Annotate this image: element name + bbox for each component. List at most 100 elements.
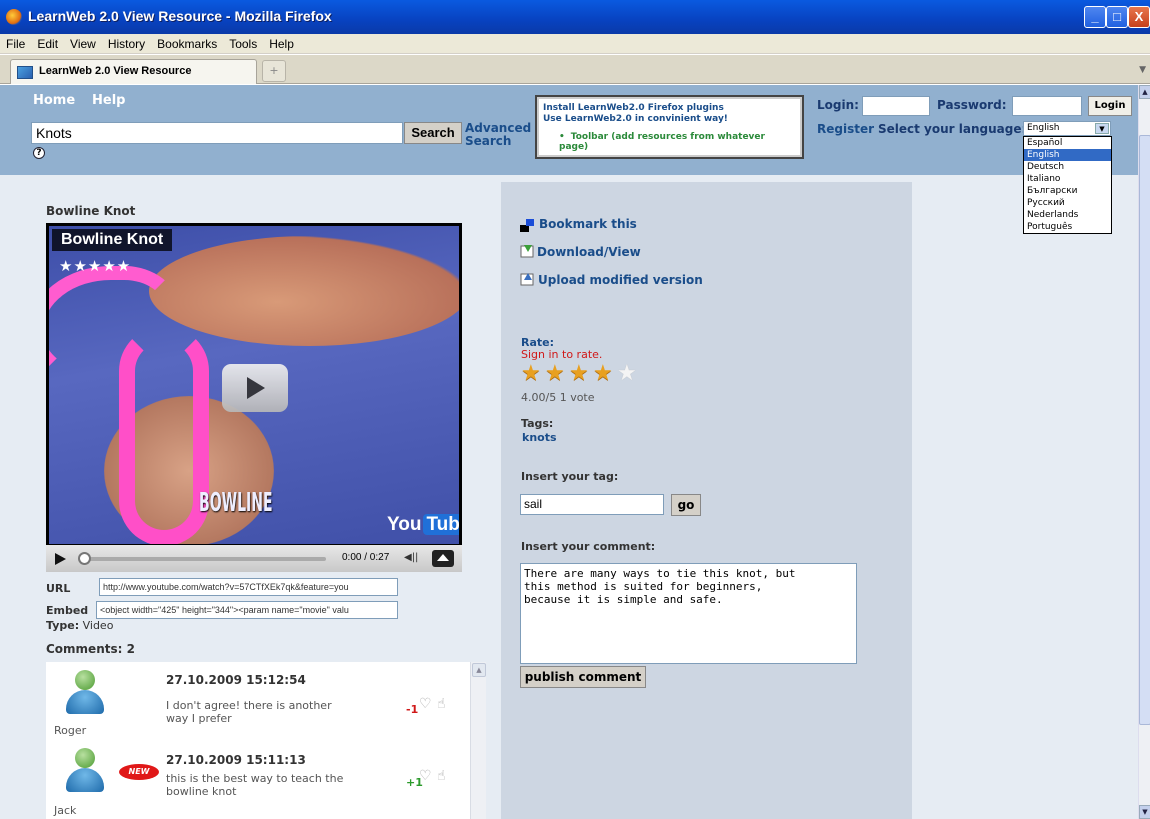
youtube-logo-tube: Tube <box>423 514 459 535</box>
video-progress-knob[interactable] <box>78 552 91 565</box>
url-label: URL <box>46 582 71 595</box>
plugin-toolbar-link[interactable]: Toolbar (add resources from whatever pag… <box>559 132 796 152</box>
menu-tools[interactable]: Tools <box>223 34 263 51</box>
rating-score: 4.00/5 1 vote <box>521 391 595 404</box>
help-link[interactable]: Help <box>92 93 125 108</box>
play-icon[interactable] <box>55 553 66 565</box>
thumbs-up-icon[interactable]: ☝ <box>437 696 446 712</box>
language-option-espanol[interactable]: Español <box>1024 137 1111 149</box>
video-play-overlay-icon[interactable] <box>222 364 288 412</box>
search-button[interactable]: Search <box>404 122 462 144</box>
login-input[interactable] <box>862 96 930 116</box>
language-option-deutsch[interactable]: Deutsch <box>1024 161 1111 173</box>
comment-text: this is the best way to teach the bowlin… <box>166 772 344 798</box>
bookmark-link[interactable]: Bookmark this <box>539 217 637 231</box>
home-link[interactable]: Home <box>33 93 75 108</box>
menu-bookmarks[interactable]: Bookmarks <box>151 34 223 51</box>
scroll-up-icon[interactable]: ▲ <box>472 663 486 677</box>
youtube-logo-you: You <box>387 514 422 535</box>
plugin-promo-box: Install LearnWeb2.0 Firefox plugins Use … <box>535 95 804 159</box>
minimize-button[interactable]: _ <box>1084 6 1106 28</box>
comment-user: Jack <box>54 804 77 817</box>
login-button[interactable]: Login <box>1088 96 1132 116</box>
sign-in-to-rate-link[interactable]: Sign in to rate. <box>521 348 602 361</box>
tag-link[interactable]: knots <box>522 431 557 444</box>
avatar-body <box>66 768 104 792</box>
publish-comment-button[interactable]: publish comment <box>520 666 646 688</box>
thumbs-up-icon[interactable]: ☝ <box>437 768 446 784</box>
menu-edit[interactable]: Edit <box>31 34 64 51</box>
plugin-promo-title[interactable]: Install LearnWeb2.0 Firefox plugins <box>543 103 796 113</box>
star-empty-icon: ★ <box>617 361 637 386</box>
fullscreen-icon[interactable] <box>432 550 454 567</box>
close-button[interactable]: X <box>1128 6 1150 28</box>
upload-modified-link[interactable]: Upload modified version <box>538 273 703 287</box>
menu-view[interactable]: View <box>64 34 102 51</box>
menu-file[interactable]: File <box>0 34 31 51</box>
thumbs-down-icon[interactable]: ♡ <box>419 768 432 784</box>
resource-title: Bowline Knot <box>46 204 136 218</box>
menu-bar: File Edit View History Bookmarks Tools Help <box>0 34 1150 54</box>
download-view-link[interactable]: Download/View <box>537 245 641 259</box>
language-dropdown-list: Español English Deutsch Italiano Българс… <box>1023 136 1112 234</box>
help-question-icon[interactable]: ? <box>33 147 45 159</box>
youtube-logo[interactable]: YouTube <box>387 514 459 536</box>
url-field[interactable]: http://www.youtube.com/watch?v=57CTfXEk7… <box>99 578 398 596</box>
menu-help[interactable]: Help <box>263 34 300 51</box>
language-option-english[interactable]: English <box>1024 149 1111 161</box>
upload-icon[interactable] <box>520 271 535 286</box>
embed-label: Embed <box>46 604 89 617</box>
scrollbar-thumb[interactable] <box>1139 135 1150 725</box>
password-input[interactable] <box>1012 96 1082 116</box>
language-option-italiano[interactable]: Italiano <box>1024 173 1111 185</box>
volume-icon[interactable]: ◀|| <box>404 552 418 563</box>
video-rope-knot <box>119 326 209 544</box>
scroll-down-icon[interactable]: ▼ <box>1139 805 1150 819</box>
comment-textarea[interactable]: There are many ways to tie this knot, bu… <box>520 563 857 664</box>
site-header: Home Help Knots Search Advanced Search ?… <box>0 85 1138 234</box>
learnweb-favicon-icon <box>17 66 33 79</box>
page-scrollbar[interactable]: ▲ ▼ <box>1138 85 1150 819</box>
language-option-bulgarian[interactable]: Български <box>1024 185 1111 197</box>
language-option-russian[interactable]: Русский <box>1024 197 1111 209</box>
window-titlebar[interactable]: LearnWeb 2.0 View Resource - Mozilla Fir… <box>0 0 1150 34</box>
video-caption: BOWLINE <box>199 488 273 518</box>
page-viewport: Home Help Knots Search Advanced Search ?… <box>0 85 1138 819</box>
video-progress-track[interactable] <box>82 557 326 561</box>
tag-input[interactable]: sail <box>520 494 664 515</box>
avatar <box>64 670 106 714</box>
video-overlay-stars: ★★★★★ <box>59 257 132 275</box>
register-link[interactable]: Register <box>817 122 874 136</box>
login-label: Login: <box>817 98 859 112</box>
download-icon[interactable] <box>520 243 535 258</box>
type-label: Type: <box>46 619 80 632</box>
tab-learnweb[interactable]: LearnWeb 2.0 View Resource <box>10 59 257 84</box>
thumbs-down-icon[interactable]: ♡ <box>419 696 432 712</box>
avatar-head <box>75 748 95 768</box>
window-title: LearnWeb 2.0 View Resource - Mozilla Fir… <box>28 8 332 24</box>
advanced-search-link[interactable]: Advanced Search <box>465 122 531 148</box>
language-select[interactable]: English ▼ <box>1023 121 1111 136</box>
add-tag-button[interactable]: go <box>671 494 701 516</box>
chevron-down-icon[interactable]: ▼ <box>1095 123 1109 134</box>
comments-scrollbar[interactable]: ▲ <box>470 662 486 819</box>
new-tab-button[interactable]: + <box>262 60 286 82</box>
menu-history[interactable]: History <box>102 34 151 51</box>
type-value: Video <box>82 619 114 632</box>
tab-list-arrow-icon[interactable]: ▼ <box>1139 65 1146 75</box>
firefox-icon <box>6 9 22 25</box>
search-input[interactable]: Knots <box>31 122 403 144</box>
video-overlay-title: Bowline Knot <box>52 229 173 251</box>
scroll-up-icon[interactable]: ▲ <box>1139 85 1150 99</box>
maximize-button[interactable]: □ <box>1106 6 1128 28</box>
embed-field[interactable]: <object width="425" height="344"><param … <box>96 601 398 619</box>
advanced-search-line2: Search <box>465 134 512 148</box>
bookmark-icon[interactable] <box>520 218 535 233</box>
language-option-portugues[interactable]: Português <box>1024 221 1111 233</box>
comments-list[interactable]: Roger 27.10.2009 15:12:54 I don't agree!… <box>46 662 486 819</box>
language-option-nederlands[interactable]: Nederlands <box>1024 209 1111 221</box>
avatar-body <box>66 690 104 714</box>
video-time: 0:00 / 0:27 <box>342 552 390 563</box>
video-frame[interactable]: Bowline Knot ★★★★★ BOWLINE YouTube <box>49 226 459 544</box>
video-player[interactable]: Bowline Knot ★★★★★ BOWLINE YouTube 0:00 … <box>46 223 462 572</box>
